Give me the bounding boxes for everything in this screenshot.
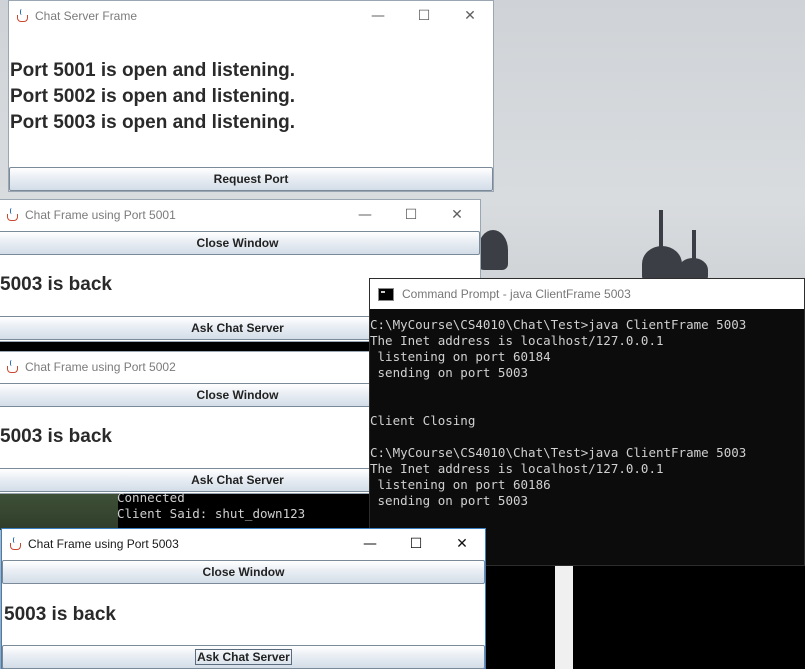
window-titlebar[interactable]: Chat Frame using Port 5003 — ☐ ✕ [2, 529, 485, 559]
console-line: The Inet address is localhost/127.0.0.1 [370, 333, 664, 348]
chat-message: 5003 is back [0, 426, 112, 447]
console-line: The Inet address is localhost/127.0.0.1 [370, 461, 664, 476]
background-area [555, 565, 573, 669]
window-title: Chat Frame using Port 5003 [28, 537, 179, 551]
java-icon [5, 360, 19, 374]
cmd-icon [378, 287, 394, 301]
background-area [485, 565, 555, 669]
chat-server-window: Chat Server Frame — ☐ ✕ Port 5001 is ope… [8, 0, 494, 192]
command-prompt-window: Command Prompt - java ClientFrame 5003 C… [369, 278, 805, 566]
close-window-button[interactable]: Close Window [0, 231, 480, 255]
java-icon [15, 9, 29, 23]
maximize-icon[interactable]: ☐ [401, 1, 447, 31]
dome-decoration [478, 230, 508, 270]
window-titlebar[interactable]: Command Prompt - java ClientFrame 5003 [370, 279, 804, 309]
chat-message: 5003 is back [0, 274, 112, 295]
dome-decoration [642, 246, 682, 282]
window-title: Command Prompt - java ClientFrame 5003 [402, 287, 631, 301]
console-line: sending on port 5003 [370, 493, 529, 508]
ask-chat-server-button[interactable]: Ask Chat Server [2, 645, 485, 669]
console-line: Client Closing [370, 413, 476, 428]
server-console-line: Connected [117, 490, 185, 505]
console-line: C:\MyCourse\CS4010\Chat\Test>java Client… [370, 445, 747, 460]
minimize-icon[interactable]: — [355, 1, 401, 31]
ask-chat-server-label: Ask Chat Server [195, 649, 292, 665]
window-titlebar[interactable]: Chat Server Frame — ☐ ✕ [9, 1, 493, 31]
console-line: C:\MyCourse\CS4010\Chat\Test>java Client… [370, 317, 747, 332]
minimize-icon[interactable]: — [347, 529, 393, 559]
close-icon[interactable]: ✕ [439, 529, 485, 559]
maximize-icon[interactable]: ☐ [393, 529, 439, 559]
server-status-line: Port 5001 is open and listening. [10, 60, 296, 81]
console-line: listening on port 60184 [370, 349, 551, 364]
window-titlebar[interactable]: Chat Frame using Port 5001 — ☐ ✕ [0, 200, 480, 230]
server-status-line: Port 5002 is open and listening. [10, 86, 296, 107]
console-line: sending on port 5003 [370, 365, 529, 380]
console-output[interactable]: C:\MyCourse\CS4010\Chat\Test>java Client… [370, 309, 804, 509]
close-icon[interactable]: ✕ [434, 200, 480, 230]
background-area [573, 565, 805, 669]
window-title: Chat Server Frame [35, 9, 138, 23]
request-port-button[interactable]: Request Port [9, 167, 493, 191]
java-icon [8, 537, 22, 551]
background-area [0, 490, 118, 530]
console-line: listening on port 60186 [370, 477, 551, 492]
server-console-line: Client Said: shut_down123 [117, 506, 306, 521]
chat-frame-5003-window: Chat Frame using Port 5003 — ☐ ✕ Close W… [1, 528, 486, 669]
minimize-icon[interactable]: — [342, 200, 388, 230]
server-status-line: Port 5003 is open and listening. [10, 112, 296, 133]
maximize-icon[interactable]: ☐ [388, 200, 434, 230]
java-icon [5, 208, 19, 222]
window-title: Chat Frame using Port 5001 [25, 208, 176, 222]
chat-message: 5003 is back [4, 604, 116, 625]
close-window-button[interactable]: Close Window [2, 560, 485, 584]
close-icon[interactable]: ✕ [447, 1, 493, 31]
